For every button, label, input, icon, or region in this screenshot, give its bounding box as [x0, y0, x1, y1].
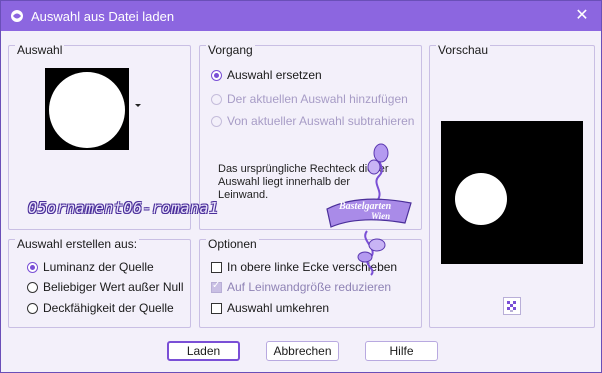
radio-label: Von aktueller Auswahl subtrahieren [227, 114, 415, 128]
radio-replace-selection[interactable]: Auswahl ersetzen [211, 67, 322, 83]
thumbnail-dropdown-icon[interactable] [135, 104, 141, 107]
radio-label: Der aktuellen Auswahl hinzufügen [227, 92, 408, 106]
radio-label: Deckfähigkeit der Quelle [43, 301, 174, 315]
operation-panel-label: Vorgang [206, 43, 255, 57]
load-button[interactable]: Laden [167, 341, 240, 361]
checkbox-indicator [211, 261, 222, 273]
radio-label: Auswahl ersetzen [227, 68, 322, 82]
watermark-text: 05ornament06-romana1 [28, 199, 219, 217]
radio-indicator [211, 93, 222, 105]
checkbox-crop-to-canvas[interactable]: Auf Leinwandgröße reduzieren [211, 279, 391, 295]
checkbox-label: Auf Leinwandgröße reduzieren [227, 280, 392, 294]
selection-thumbnail[interactable] [45, 68, 129, 150]
watermark-badge: Bastelgarten Wien [319, 141, 419, 276]
checkbox-invert-selection[interactable]: Auswahl umkehren [211, 300, 329, 316]
radio-add-to-selection[interactable]: Der aktuellen Auswahl hinzufügen [211, 91, 408, 107]
title-bar[interactable]: Auswahl aus Datei laden ✕ [1, 1, 601, 31]
radio-indicator [211, 69, 222, 81]
window-title: Auswahl aus Datei laden [31, 9, 175, 24]
create-from-panel-label: Auswahl erstellen aus: [15, 237, 140, 251]
checkbox-indicator [211, 280, 222, 293]
selection-circle [49, 72, 125, 148]
dialog-window: Auswahl aus Datei laden ✕ Auswahl Vorgan… [0, 0, 602, 373]
app-icon [10, 9, 24, 23]
options-panel-label: Optionen [206, 237, 259, 251]
watermark-badge-line2: Wien [371, 211, 391, 221]
preview-panel-label: Vorschau [436, 43, 491, 57]
cancel-button[interactable]: Abbrechen [266, 341, 339, 361]
checkerboard-icon[interactable] [503, 297, 521, 315]
close-icon[interactable]: ✕ [571, 6, 593, 26]
preview-panel: Vorschau [429, 43, 595, 328]
checkbox-label: Auswahl umkehren [227, 301, 330, 315]
radio-source-opacity[interactable]: Deckfähigkeit der Quelle [27, 300, 174, 316]
radio-indicator [211, 115, 222, 127]
radio-label: Luminanz der Quelle [43, 260, 154, 274]
radio-indicator [27, 281, 38, 293]
preview-canvas [441, 121, 583, 264]
radio-indicator [27, 261, 38, 273]
preview-circle [455, 173, 507, 225]
checkbox-indicator [211, 302, 222, 314]
radio-subtract-from-selection[interactable]: Von aktueller Auswahl subtrahieren [211, 113, 414, 129]
radio-label: Beliebiger Wert außer Null [43, 280, 184, 294]
help-button[interactable]: Hilfe [365, 341, 438, 361]
radio-indicator [27, 302, 38, 314]
radio-any-nonzero-value[interactable]: Beliebiger Wert außer Null [27, 279, 184, 295]
radio-source-luminance[interactable]: Luminanz der Quelle [27, 259, 154, 275]
selection-panel-label: Auswahl [15, 43, 65, 57]
